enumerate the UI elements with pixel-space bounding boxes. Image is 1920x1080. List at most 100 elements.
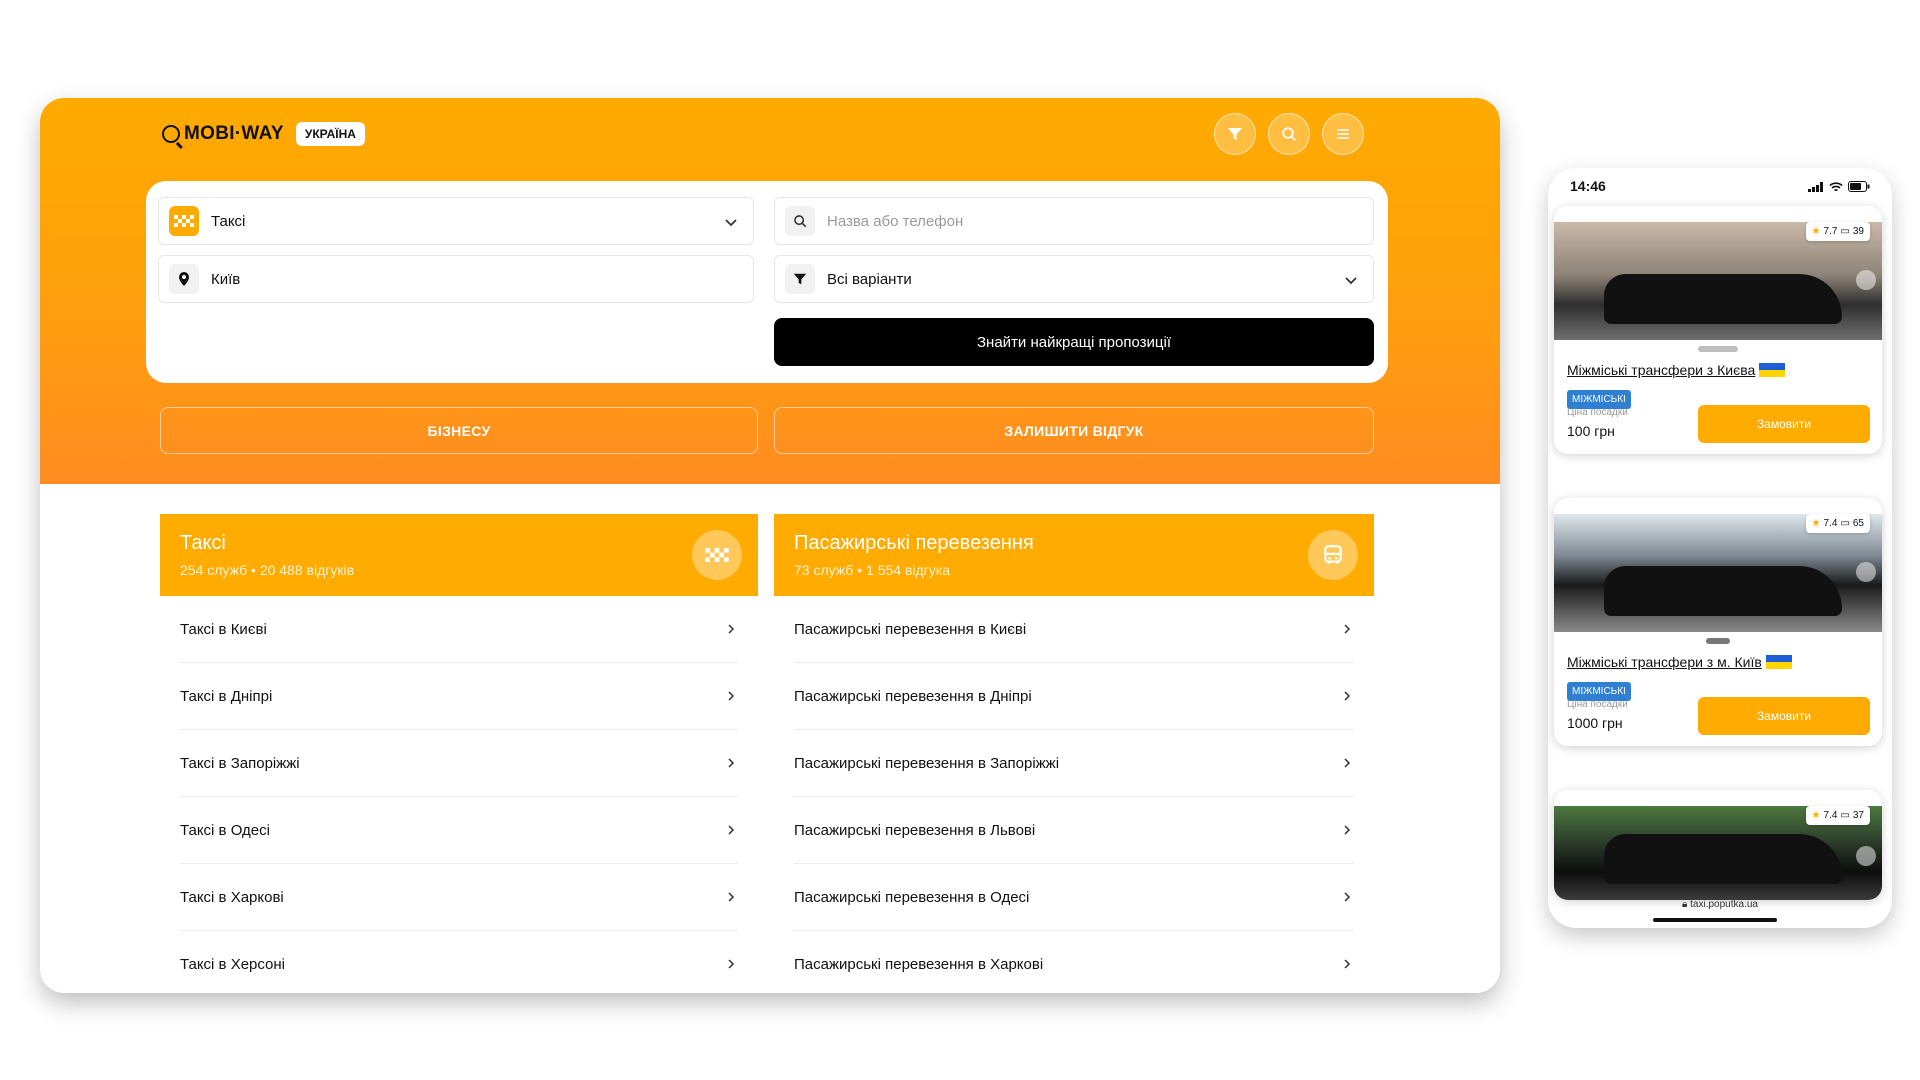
list-item[interactable]: Таксі в Харкові [180, 864, 738, 931]
category-title: Таксі [180, 532, 226, 554]
list-item-label: Пасажирські перевезення в Львові [794, 821, 1036, 839]
rating-badge: ★ 7.7 ▭ 39 [1805, 222, 1870, 241]
taxi-icon [169, 206, 199, 236]
next-photo-button[interactable] [1856, 270, 1876, 290]
carousel-indicator [1698, 346, 1738, 352]
category-card-taxi: Таксі 254 служб • 20 488 відгуків Таксі … [160, 514, 758, 993]
carousel-dots [1554, 346, 1882, 352]
chevron-right-icon [728, 892, 735, 902]
list-item[interactable]: Таксі в Києві [180, 596, 738, 663]
list-item-label: Таксі в Одесі [180, 821, 270, 839]
country-badge[interactable]: УКРАЇНА [295, 122, 365, 146]
logo-text: MOBI·WAY [184, 123, 284, 144]
filter-button[interactable] [1214, 113, 1256, 155]
offer-title: Міжміські трансфери з Києва [1567, 362, 1756, 378]
menu-icon [1337, 129, 1349, 139]
list-item-label: Таксі в Києві [180, 620, 267, 638]
chevron-right-icon [728, 959, 735, 969]
list-item[interactable]: Пасажирські перевезення в Запоріжжі [794, 730, 1354, 797]
list-item[interactable]: Таксі в Запоріжжі [180, 730, 738, 797]
stats-separator: • [251, 562, 260, 578]
category-header[interactable]: Таксі 254 служб • 20 488 відгуків [160, 514, 758, 596]
car-photo[interactable]: ★ 7.4 ▭ 37 [1554, 806, 1882, 900]
list-item[interactable]: Таксі в Дніпрі [180, 663, 738, 730]
category-card-passenger: Пасажирські перевезення 73 служб • 1 554… [774, 514, 1374, 993]
reviews-count: 1 554 відгука [866, 562, 950, 578]
chevron-right-icon [728, 691, 735, 701]
list-item[interactable]: Таксі в Одесі [180, 797, 738, 864]
offer-title-link[interactable]: Міжміські трансфери з Києва [1567, 362, 1882, 378]
hero-banner: MOBI·WAY УКРАЇНА Таксі Назва або телефон… [40, 98, 1500, 484]
offer-card[interactable]: ★ 7.4 ▭ 37 [1554, 790, 1882, 900]
services-count: 73 служб [794, 562, 854, 578]
category-list: Пасажирські перевезення в Києві Пасажирс… [774, 596, 1374, 993]
list-item-label: Таксі в Херсоні [180, 955, 286, 973]
menu-button[interactable] [1322, 113, 1364, 155]
offer-card[interactable]: ★ 7.7 ▭ 39 Міжміські трансфери з Києва М… [1554, 206, 1882, 454]
status-icons [1808, 181, 1870, 192]
variant-select[interactable]: Всі варіанти [774, 255, 1374, 303]
rating-value: 7.4 [1823, 518, 1838, 529]
search-input[interactable]: Назва або телефон [774, 197, 1374, 245]
category-stats: 254 служб • 20 488 відгуків [180, 562, 738, 578]
browser-url-bar[interactable]: 🔒︎ taxi.poputka.ua [1548, 899, 1892, 910]
list-item-label: Пасажирські перевезення в Запоріжжі [794, 754, 1060, 772]
next-photo-button[interactable] [1856, 846, 1876, 866]
logo-mark: MOBI·WAY [162, 123, 284, 145]
stats-separator: • [857, 562, 867, 578]
list-item[interactable]: Пасажирські перевезення в Одесі [794, 864, 1354, 931]
comments-count: 37 [1852, 810, 1864, 821]
list-item-label: Пасажирські перевезення в Дніпрі [794, 687, 1032, 705]
category-value: Таксі [211, 212, 246, 230]
category-select[interactable]: Таксі [158, 197, 754, 245]
logo-pin-icon [162, 125, 180, 143]
logo[interactable]: MOBI·WAY УКРАЇНА [162, 122, 365, 146]
chevron-right-icon [1344, 624, 1351, 634]
carousel-indicator [1706, 638, 1730, 644]
business-button[interactable]: БІЗНЕСУ [160, 407, 758, 454]
find-offers-button[interactable]: Знайти найкращі пропозиції [774, 318, 1374, 366]
list-item[interactable]: Пасажирські перевезення в Львові [794, 797, 1354, 864]
order-button[interactable]: Замовити [1698, 405, 1870, 443]
rating-badge: ★ 7.4 ▭ 37 [1805, 806, 1870, 825]
chevron-right-icon [1344, 825, 1351, 835]
chevron-right-icon [1344, 959, 1351, 969]
wifi-icon [1829, 181, 1843, 191]
list-item-label: Таксі в Запоріжжі [180, 754, 300, 772]
price-value: 100 грн [1567, 423, 1615, 439]
search-button[interactable] [1268, 113, 1310, 155]
order-button[interactable]: Замовити [1698, 697, 1870, 735]
search-field-icon [785, 206, 815, 236]
category-header[interactable]: Пасажирські перевезення 73 служб • 1 554… [774, 514, 1374, 596]
offer-card[interactable]: ★ 7.4 ▭ 65 Міжміські трансфери з м. Київ… [1554, 498, 1882, 746]
status-bar: 14:46 [1570, 178, 1870, 198]
list-item-label: Пасажирські перевезення в Києві [794, 620, 1027, 638]
home-indicator[interactable] [1653, 918, 1777, 922]
leave-review-button[interactable]: ЗАЛИШИТИ ВІДГУК [774, 407, 1374, 454]
offer-title-link[interactable]: Міжміські трансфери з м. Київ [1567, 654, 1882, 670]
search-placeholder: Назва або телефон [827, 212, 964, 230]
car-photo[interactable]: ★ 7.7 ▭ 39 [1554, 222, 1882, 340]
ukraine-flag-icon [1759, 363, 1786, 377]
chevron-right-icon [1344, 892, 1351, 902]
list-item[interactable]: Пасажирські перевезення в Дніпрі [794, 663, 1354, 730]
rating-value: 7.7 [1823, 226, 1838, 237]
next-photo-button[interactable] [1856, 562, 1876, 582]
star-icon: ★ [1811, 518, 1821, 529]
city-select[interactable]: Київ [158, 255, 754, 303]
comments-count: 39 [1852, 226, 1864, 237]
list-item[interactable]: Таксі в Херсоні [180, 931, 738, 993]
list-item[interactable]: Пасажирські перевезення в Києві [794, 596, 1354, 663]
category-title: Пасажирські перевезення [794, 532, 1034, 554]
comment-icon: ▭ [1840, 226, 1850, 237]
price-value: 1000 грн [1567, 715, 1623, 731]
city-value: Київ [211, 270, 241, 288]
car-silhouette [1604, 274, 1842, 324]
category-list: Таксі в Києві Таксі в Дніпрі Таксі в Зап… [160, 596, 758, 993]
rating-badge: ★ 7.4 ▭ 65 [1805, 514, 1870, 533]
phone-mockup: 14:46 ★ 7.7 ▭ 39 Міжміські трансфери з К… [1548, 168, 1892, 928]
header-actions [1214, 113, 1364, 155]
list-item[interactable]: Пасажирські перевезення в Харкові [794, 931, 1354, 993]
lock-icon: 🔒︎ [1682, 899, 1688, 910]
car-photo[interactable]: ★ 7.4 ▭ 65 [1554, 514, 1882, 632]
